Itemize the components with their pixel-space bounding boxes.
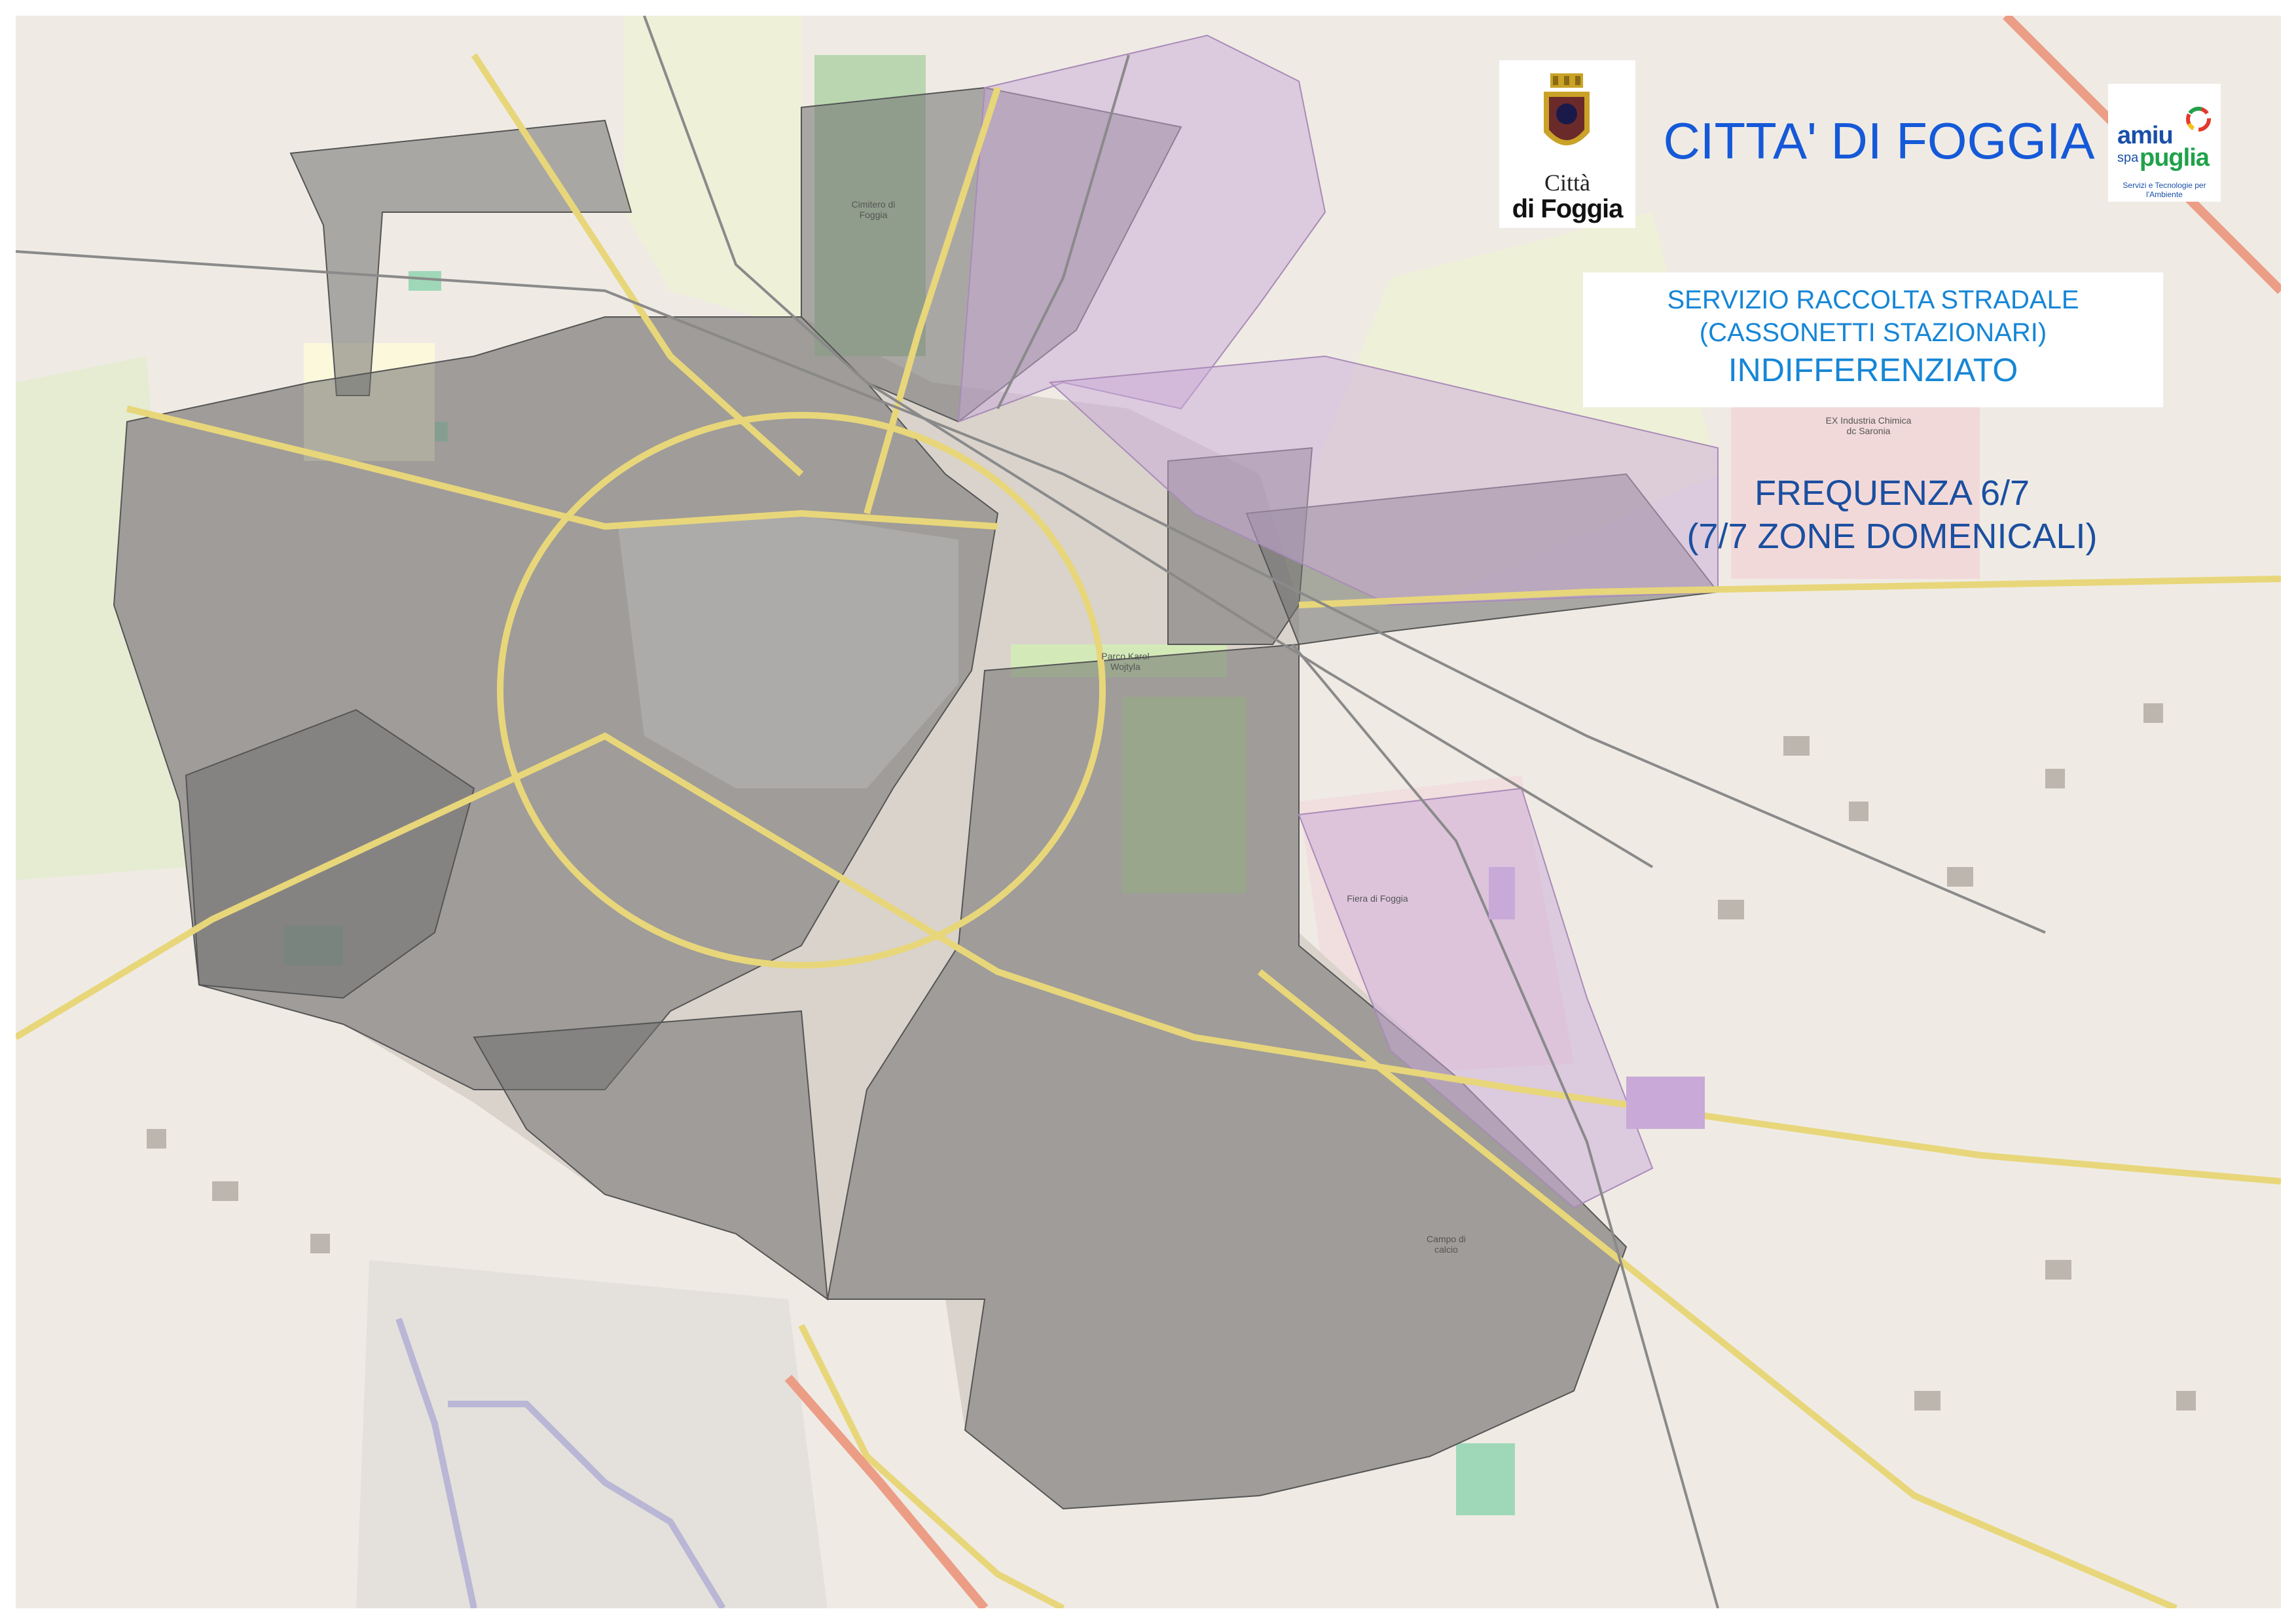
sports-field — [409, 271, 441, 291]
service-box: SERVIZIO RACCOLTA STRADALE (CASSONETTI S… — [1583, 272, 2163, 407]
city-logo: Città di Foggia — [1499, 60, 1635, 228]
frequency-line1: FREQUENZA 6/7 — [1754, 473, 2030, 513]
airport-area — [356, 1260, 828, 1608]
service-line1: SERVIZIO RACCOLTA STRADALE — [1667, 286, 2079, 314]
city-name-line2: di Foggia — [1512, 194, 1624, 223]
sports-field — [1456, 1443, 1515, 1515]
frequency-line2: (7/7 ZONE DOMENICALI) — [1686, 517, 2098, 556]
cemetery-label: Cimitero di Foggia — [851, 199, 896, 220]
brand-small: spa — [2117, 151, 2139, 165]
page-title: CITTA' DI FOGGIA — [1663, 112, 2095, 170]
field-label: Campo di calcio — [1427, 1234, 1466, 1255]
operator-logo: amiu spa puglia Servizi e Tecnologie per… — [2108, 84, 2221, 202]
service-line3: INDIFFERENZIATO — [1728, 352, 2018, 388]
park-label: Parco Karol Wojtyla — [1101, 651, 1150, 672]
frequency-note: FREQUENZA 6/7 (7/7 ZONE DOMENICALI) — [1663, 471, 2121, 558]
fair-label: Fiera di Foggia — [1347, 893, 1408, 904]
city-name-line1: Città — [1544, 170, 1590, 196]
brand-right: puglia — [2140, 144, 2210, 172]
industry-label: EX Industria Chimica dc Saronia — [1825, 415, 1912, 436]
map-canvas[interactable]: Cimitero di Foggia EX Industria Chimica … — [16, 16, 2281, 1608]
crest-icon — [1544, 73, 1590, 145]
service-line2: (CASSONETTI STAZIONARI) — [1699, 318, 2047, 347]
amiu-logo-icon — [2186, 107, 2211, 132]
city-map[interactable] — [16, 16, 2281, 1608]
brand-tagline: Servizi e Tecnologie per l'Ambiente — [2123, 181, 2206, 199]
